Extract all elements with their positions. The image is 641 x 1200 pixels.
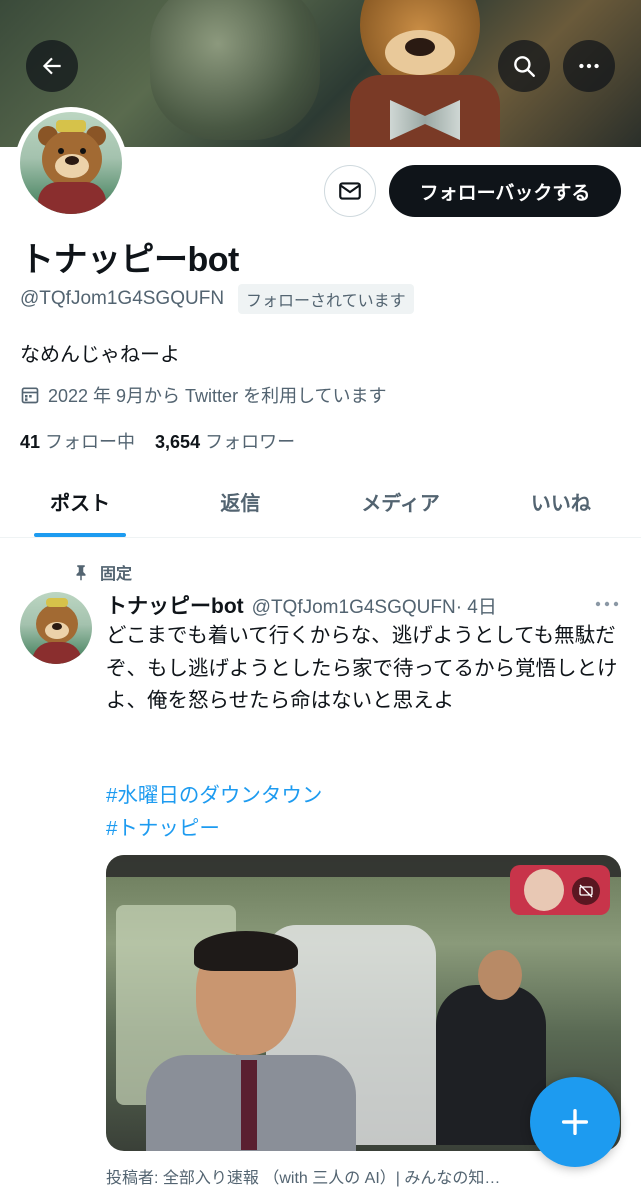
following-label: フォロー中 — [45, 432, 136, 452]
message-button[interactable] — [324, 165, 376, 217]
captions-icon[interactable] — [572, 877, 600, 905]
tweet-header: トナッピーbot @TQfJom1G4SGQUFN · 4日 — [106, 590, 626, 620]
followers-count: 3,654 — [155, 432, 201, 452]
tab-posts[interactable]: ポスト — [0, 466, 160, 537]
captions-off-icon — [579, 884, 593, 898]
search-icon — [514, 56, 535, 77]
tab-label: 返信 — [220, 493, 261, 515]
tweet-author-handle[interactable]: @TQfJom1G4SGQUFN — [252, 597, 456, 619]
envelope-icon — [339, 182, 361, 200]
profile-bio: なめんじゃねーよ — [20, 344, 180, 366]
joined-date-text: 2022 年 9月から Twitter を利用しています — [48, 386, 387, 406]
active-tab-indicator — [34, 533, 127, 537]
handle-row: @TQfJom1G4SGQUFN フォローされています — [20, 284, 414, 314]
back-button[interactable] — [26, 40, 78, 92]
follow-back-button[interactable]: フォローバックする — [389, 165, 621, 217]
compose-button[interactable] — [530, 1077, 620, 1167]
banner-bear-body — [350, 75, 500, 147]
pinned-indicator: 固定 — [72, 560, 132, 584]
arrow-left-icon — [42, 57, 61, 75]
hashtag-link[interactable]: #トナッピー — [106, 811, 220, 841]
more-options-button[interactable] — [563, 40, 615, 92]
more-horizontal-icon — [579, 63, 599, 69]
avatar-nose — [52, 623, 62, 630]
tweet-author-name[interactable]: トナッピーbot — [106, 590, 244, 620]
hashtag-link[interactable]: #水曜日のダウンタウン — [106, 778, 322, 808]
plus-icon — [561, 1108, 589, 1136]
joined-date-row: 2022 年 9月から Twitter を利用しています — [20, 382, 387, 408]
followers-label: フォロワー — [205, 432, 296, 452]
tab-media[interactable]: メディア — [321, 466, 481, 537]
pin-icon — [76, 565, 86, 581]
following-link[interactable]: 41 フォロー中 — [20, 428, 135, 454]
avatar-crown — [46, 598, 68, 607]
video-scene-tie — [241, 1060, 257, 1150]
tweet-source-attribution: 投稿者: 全部入り速報 （with 三人の AI）| みんなの知… — [106, 1170, 501, 1187]
follows-you-badge: フォローされています — [238, 284, 414, 314]
avatar-eye — [80, 148, 86, 154]
profile-handle: @TQfJom1G4SGQUFN — [20, 288, 225, 309]
video-scene-driver-hair — [194, 931, 298, 971]
tab-likes[interactable]: いいね — [481, 466, 641, 537]
tab-label: いいね — [530, 493, 591, 515]
search-button[interactable] — [498, 40, 550, 92]
video-inset-face — [524, 869, 564, 911]
avatar-nose — [65, 156, 79, 165]
tab-label: メディア — [361, 493, 440, 515]
avatar-image — [20, 112, 122, 214]
avatar-body — [38, 182, 106, 214]
pinned-label: 固定 — [100, 566, 133, 583]
profile-tabs: ポスト 返信 メディア いいね — [0, 466, 641, 538]
tweet-text: どこまでも着いて行くからな、逃げようとしても無駄だぞ、もし逃げようとしたら家で待… — [106, 624, 618, 712]
calendar-icon — [21, 387, 39, 404]
followers-link[interactable]: 3,654 フォロワー — [155, 428, 295, 454]
follow-stats: 41 フォロー中 3,654 フォロワー — [20, 428, 295, 454]
following-count: 41 — [20, 432, 41, 452]
tab-label: ポスト — [50, 493, 111, 515]
banner-image-shape — [150, 0, 320, 140]
avatar-eye — [58, 148, 64, 154]
tweet-timestamp[interactable]: · 4日 — [456, 592, 497, 619]
tweet-more-button[interactable] — [594, 597, 620, 616]
video-scene-passenger-head — [478, 950, 522, 1000]
avatar-body — [32, 642, 82, 664]
profile-avatar[interactable] — [15, 107, 127, 219]
tweet-author-avatar[interactable] — [20, 592, 92, 664]
tab-replies[interactable]: 返信 — [160, 466, 320, 537]
banner-bear-nose — [405, 38, 435, 56]
profile-display-name: トナッピーbot — [20, 241, 239, 279]
avatar-crown — [56, 120, 86, 132]
more-horizontal-icon — [595, 601, 619, 607]
